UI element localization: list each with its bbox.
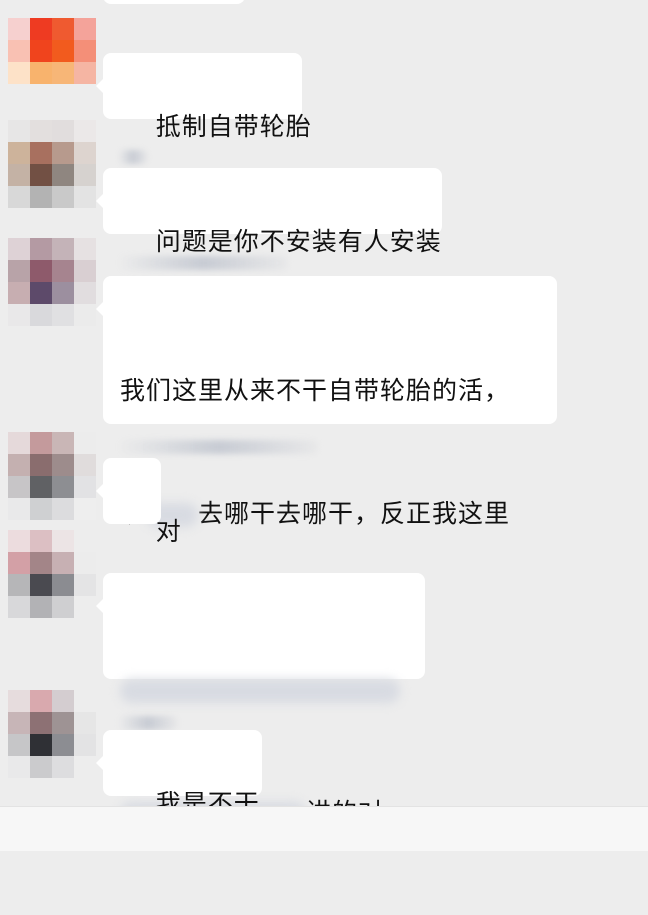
message-bubble[interactable]: 抵制自带轮胎 (96, 53, 311, 141)
message-text: 问题是你不安装有人安装 (155, 227, 442, 256)
previous-message-bubble-edge (103, 0, 245, 4)
message-text-line (120, 669, 408, 710)
avatar[interactable] (8, 432, 96, 520)
avatar[interactable] (8, 18, 96, 106)
sender-name-redacted (118, 440, 318, 454)
message-text: 抵制自带轮胎 (155, 112, 312, 141)
message-text-line: 我们这里从来不干自带轮胎的活， (120, 376, 511, 405)
avatar[interactable] (8, 530, 96, 618)
bottom-input-bar[interactable] (0, 806, 648, 851)
sender-name-redacted (118, 256, 288, 270)
avatar[interactable] (8, 238, 96, 326)
avatar[interactable] (8, 120, 96, 208)
message-bubble[interactable]: 我们这里从来不干自带轮胎的活， 该去哪干去哪干，反正我这里 就是不干，给钱多也不… (96, 276, 557, 651)
message-text: 对 (155, 517, 182, 546)
redacted-text (120, 679, 400, 703)
message-bubble[interactable]: 我是不干， (96, 730, 285, 818)
sender-name-redacted (118, 150, 148, 164)
sender-name-redacted (118, 716, 178, 730)
message-text: 去哪干去哪干，反正我这里 (198, 499, 511, 528)
chat-message-list[interactable]: 抵制自带轮胎 问题是你不安装有人安装 我们这里从来不干自带轮胎的活， 该去哪干去… (0, 0, 648, 827)
message-bubble[interactable]: 问题是你不安装有人安装 (96, 168, 442, 256)
message-bubble[interactable]: 对 (96, 458, 181, 546)
message-bubble[interactable]: 讲的对 (96, 573, 425, 827)
message-text-line: 该去哪干去哪干，反正我这里 (120, 493, 540, 534)
avatar[interactable] (8, 690, 96, 778)
